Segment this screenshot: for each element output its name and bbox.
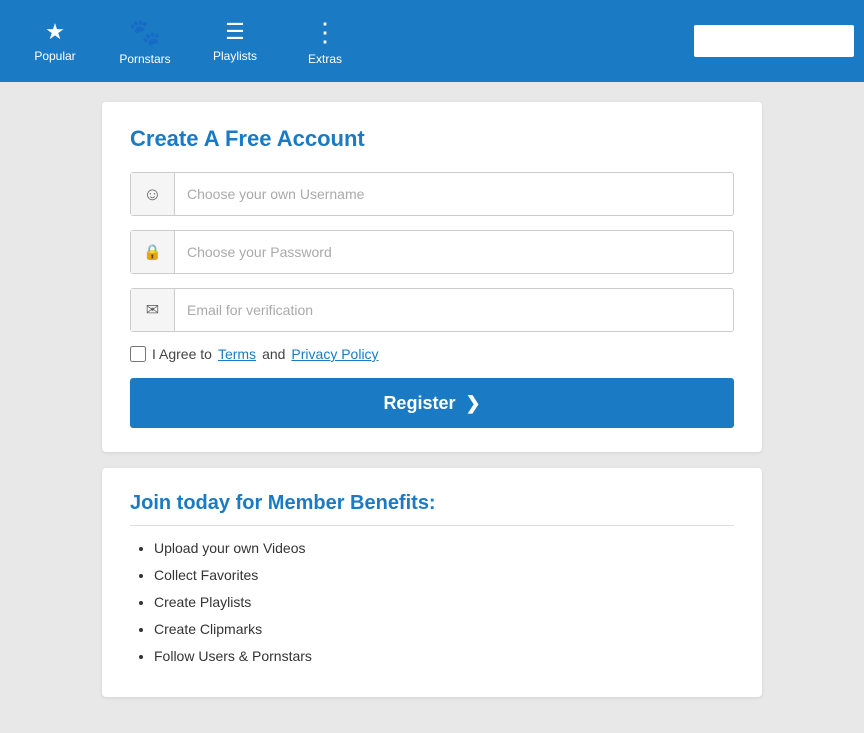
- list-item: Follow Users & Pornstars: [154, 646, 734, 667]
- page-content: Create A Free Account ☺ 🔒 ✉ I Agree to: [102, 82, 762, 733]
- password-input[interactable]: [175, 231, 733, 273]
- benefits-card: Join today for Member Benefits: Upload y…: [102, 468, 762, 697]
- pornstars-icon: 🐾: [129, 17, 161, 48]
- playlists-label: Playlists: [213, 49, 257, 63]
- lock-icon: 🔒: [131, 231, 175, 273]
- list-item: Upload your own Videos: [154, 538, 734, 559]
- agree-checkbox[interactable]: [130, 346, 146, 362]
- extras-label: Extras: [308, 52, 342, 66]
- list-item: Collect Favorites: [154, 565, 734, 586]
- register-button[interactable]: Register ❯: [130, 378, 734, 428]
- email-input[interactable]: [175, 289, 733, 331]
- search-input[interactable]: [694, 25, 854, 57]
- email-icon: ✉: [131, 289, 175, 331]
- list-item: Create Clipmarks: [154, 619, 734, 640]
- nav-extras[interactable]: ⋮ Extras: [280, 0, 370, 82]
- nav-pornstars[interactable]: 🐾 Pornstars: [100, 0, 190, 82]
- username-input[interactable]: [175, 173, 733, 215]
- username-icon: ☺: [131, 173, 175, 215]
- nav-popular[interactable]: ★ Popular: [10, 0, 100, 82]
- popular-label: Popular: [34, 49, 75, 63]
- terms-row: I Agree to Terms and Privacy Policy: [130, 346, 734, 362]
- benefits-title: Join today for Member Benefits:: [130, 492, 734, 526]
- register-button-label: Register: [383, 393, 455, 414]
- register-arrow-icon: ❯: [465, 393, 480, 414]
- agree-text: I Agree to: [152, 346, 212, 362]
- list-item: Create Playlists: [154, 592, 734, 613]
- playlists-icon: ☰: [225, 19, 245, 45]
- popular-icon: ★: [45, 19, 65, 45]
- extras-icon: ⋮: [312, 17, 338, 48]
- nav-items: ★ Popular 🐾 Pornstars ☰ Playlists ⋮ Extr…: [10, 0, 370, 82]
- register-card: Create A Free Account ☺ 🔒 ✉ I Agree to: [102, 102, 762, 452]
- navbar: ★ Popular 🐾 Pornstars ☰ Playlists ⋮ Extr…: [0, 0, 864, 82]
- page-title: Create A Free Account: [130, 126, 734, 152]
- and-text: and: [262, 346, 285, 362]
- password-field-group: 🔒: [130, 230, 734, 274]
- pornstars-label: Pornstars: [119, 52, 170, 66]
- nav-playlists[interactable]: ☰ Playlists: [190, 0, 280, 82]
- email-field-group: ✉: [130, 288, 734, 332]
- username-field-group: ☺: [130, 172, 734, 216]
- benefits-list: Upload your own Videos Collect Favorites…: [130, 538, 734, 667]
- terms-link[interactable]: Terms: [218, 346, 256, 362]
- privacy-link[interactable]: Privacy Policy: [291, 346, 378, 362]
